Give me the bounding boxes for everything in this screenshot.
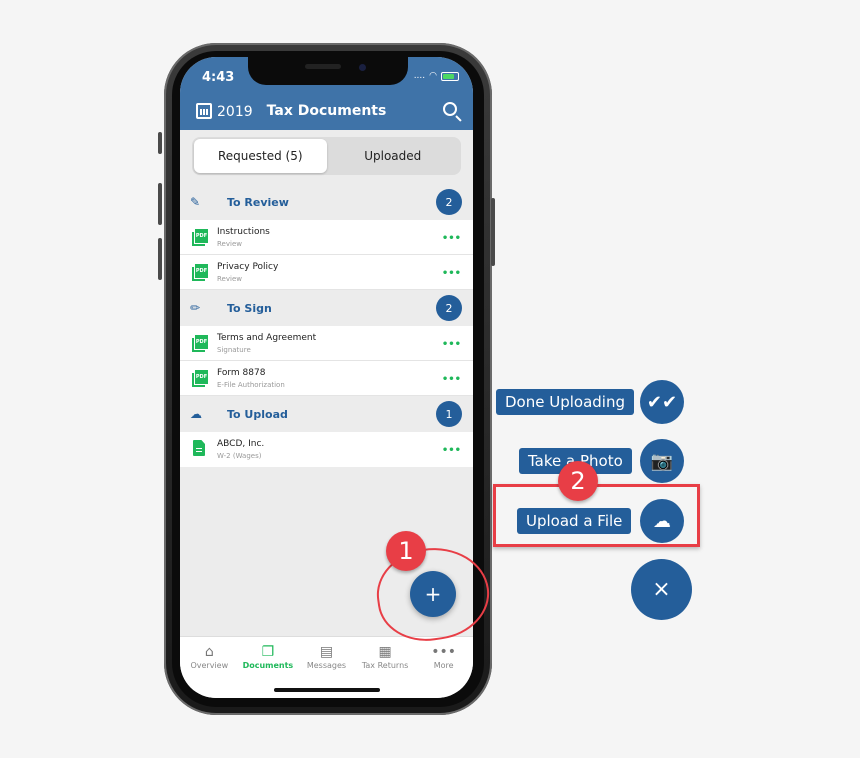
item-subtitle: W-2 (Wages) [217,452,262,460]
status-icons: .... ◠ [414,71,459,81]
signal-icon: .... [413,71,426,81]
count-badge: 2 [436,189,462,215]
section-to-sign[interactable]: ✏ To Sign 2 [180,290,473,326]
document-icon [193,440,205,456]
more-options-icon[interactable]: ••• [442,233,461,244]
tab-bar: ⌂ Overview ❐ Documents ▤ Messages ▦ Tax … [180,636,473,698]
battery-charging-icon [441,71,459,81]
upload-file-label[interactable]: Upload a File [517,508,632,534]
status-time: 4:43 [202,70,235,85]
tab-requested[interactable]: Requested (5) [194,139,327,173]
tab-label: Overview [190,661,229,670]
list-item[interactable]: PDF Form 8878 E-File Authorization ••• [180,361,473,396]
power-button [491,198,495,266]
tab-documents[interactable]: ❐ Documents [239,643,298,670]
item-name: Privacy Policy [217,262,279,272]
section-title: To Upload [227,407,288,421]
pdf-icon: PDF [192,229,208,246]
list-item[interactable]: PDF Instructions Review ••• [180,220,473,255]
tab-uploaded[interactable]: Uploaded [327,139,460,173]
more-icon: ••• [431,644,457,660]
search-icon[interactable] [443,102,457,116]
cloud-upload-icon[interactable]: ☁ [640,499,684,543]
list-item[interactable]: PDF Privacy Policy Review ••• [180,255,473,290]
item-name: ABCD, Inc. [217,439,265,449]
pdf-icon: PDF [192,335,208,352]
home-icon: ⌂ [204,644,214,660]
tab-overview[interactable]: ⌂ Overview [180,643,239,670]
wifi-icon: ◠ [429,71,437,81]
list-item[interactable]: PDF Terms and Agreement Signature ••• [180,326,473,361]
item-name: Form 8878 [217,368,266,378]
speaker-grille [305,64,341,69]
front-camera [359,64,366,71]
item-subtitle: Review [217,240,242,248]
pdf-icon: PDF [192,370,208,387]
stage: 4:43 .... ◠ 2019 Tax Documents Requested… [0,0,860,758]
item-name: Instructions [217,227,270,237]
tab-label: Messages [306,661,347,670]
more-options-icon[interactable]: ••• [442,445,461,456]
count-badge: 1 [436,401,462,427]
double-check-icon[interactable]: ✔✔ [640,380,684,424]
tax-return-icon: ▦ [378,644,392,660]
section-to-review[interactable]: ✎ To Review 2 [180,184,473,220]
mute-switch [158,132,162,154]
annotation-step-2: 2 [558,461,598,501]
tab-label: More [433,661,454,670]
document-list: ✎ To Review 2 PDF Instructions Review ••… [180,184,473,467]
segmented-control: Requested (5) Uploaded [192,137,461,175]
camera-add-icon[interactable]: 📷 [640,439,684,483]
volume-down-button [158,238,162,280]
count-badge: 2 [436,295,462,321]
volume-up-button [158,183,162,225]
documents-icon: ❐ [261,644,275,660]
more-options-icon[interactable]: ••• [442,268,461,279]
tab-label: Tax Returns [361,661,409,670]
close-button[interactable]: × [631,559,692,620]
done-uploading-label[interactable]: Done Uploading [496,389,634,415]
page-title: Tax Documents [266,103,387,119]
home-indicator [274,688,380,692]
item-subtitle: Review [217,275,242,283]
list-item[interactable]: ABCD, Inc. W-2 (Wages) ••• [180,432,473,467]
item-name: Terms and Agreement [217,333,317,343]
pdf-icon: PDF [192,264,208,281]
tab-tax-returns[interactable]: ▦ Tax Returns [356,643,415,670]
tab-label: Documents [242,661,294,670]
section-title: To Review [227,195,289,209]
item-subtitle: Signature [217,346,251,354]
cloud-upload-icon: ☁ [190,407,202,421]
tab-more[interactable]: ••• More [414,643,473,670]
annotation-step-1: 1 [386,531,426,571]
review-icon: ✎ [190,195,201,209]
item-subtitle: E-File Authorization [217,381,285,389]
section-title: To Sign [227,301,272,315]
pencil-icon: ✏ [190,301,201,315]
more-options-icon[interactable]: ••• [442,339,461,350]
section-to-upload[interactable]: ☁ To Upload 1 [180,396,473,432]
tab-messages[interactable]: ▤ Messages [297,643,356,670]
phone-notch [248,57,408,85]
message-icon: ▤ [319,644,334,660]
more-options-icon[interactable]: ••• [442,374,461,385]
